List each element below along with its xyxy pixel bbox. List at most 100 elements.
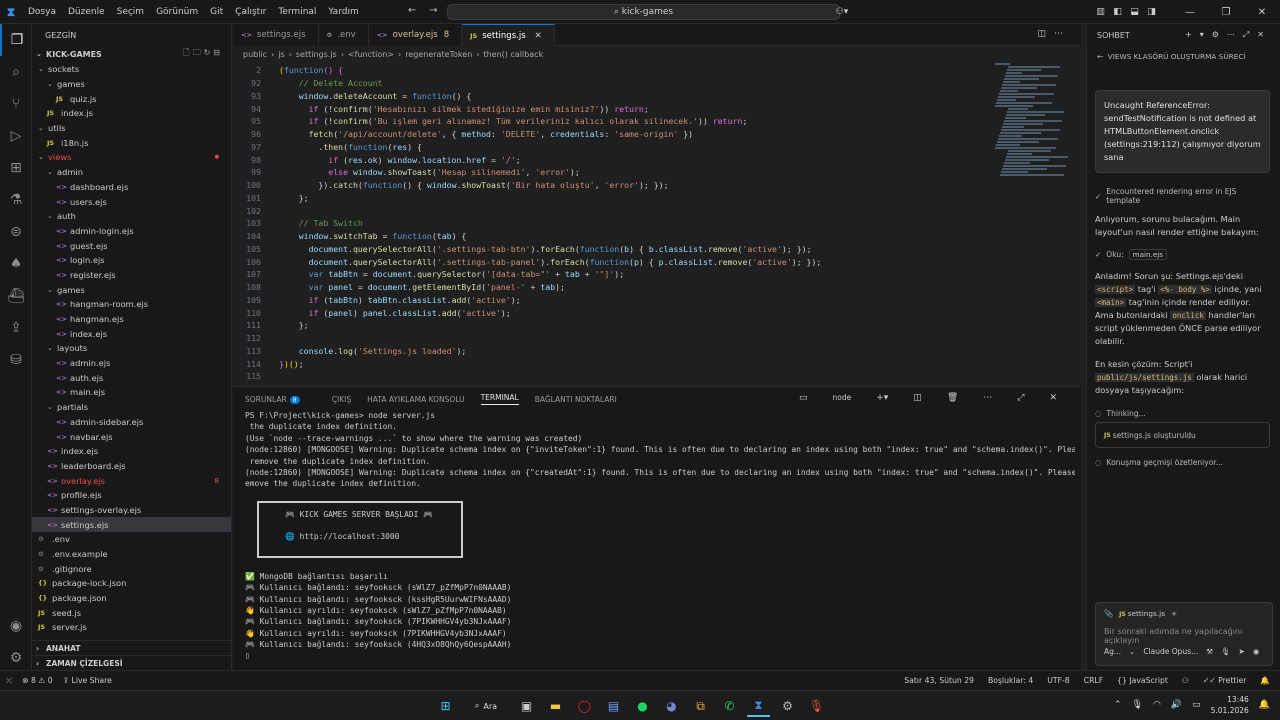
tree-file[interactable]: JS server.js [32, 620, 231, 635]
step-label[interactable]: Encountered rendering error in EJS templ… [1106, 187, 1270, 205]
code-line[interactable]: 102 [233, 204, 993, 217]
add-terminal-icon[interactable]: +▾ [876, 393, 888, 403]
toggle-panel-icon[interactable]: ⬓ [1126, 7, 1143, 17]
panel-tab[interactable]: HATA AYIKLAMA KONSOLU [367, 395, 464, 404]
cursor-position[interactable]: Satır 43, Sütun 29 [904, 676, 974, 685]
menu-item[interactable]: Düzenle [62, 7, 111, 17]
recorder-icon[interactable]: 🎙 [805, 695, 828, 717]
tree-folder[interactable]: ⌄ sockets [32, 62, 231, 77]
attach-icon[interactable]: 📎 [1104, 609, 1113, 618]
editor-tab[interactable]: JS settings.js ✕ [462, 24, 555, 46]
language-mode[interactable]: {} JavaScript [1117, 676, 1168, 685]
stop-icon[interactable]: ◉ [1253, 647, 1260, 656]
mic-icon[interactable]: 🎙 [1221, 647, 1231, 656]
breadcrumb-item[interactable]: regenerateToken [405, 50, 472, 59]
editor-tab[interactable]: <> settings.ejs [233, 24, 319, 46]
close-tab-icon[interactable]: ✕ [535, 31, 542, 41]
live-share-button[interactable]: ⇪ Live Share [63, 676, 112, 685]
maximize-panel-icon[interactable]: ⤢ [1017, 393, 1024, 403]
run-debug-icon[interactable]: ▷ [0, 120, 32, 152]
editor-actions[interactable]: ◫⋯ [1037, 29, 1071, 39]
agent-dropdown[interactable]: Ag... [1104, 647, 1121, 656]
menu-item[interactable]: Dosya [22, 7, 62, 17]
tree-file[interactable]: <> register.ejs [32, 268, 231, 283]
code-line[interactable]: 111 }; [233, 319, 993, 332]
send-icon[interactable]: ➤ [1239, 647, 1245, 656]
clock[interactable]: 13:46 5.01.2026 [1211, 694, 1249, 716]
breadcrumb-item[interactable]: public [243, 50, 267, 59]
tree-file[interactable]: <> login.ejs [32, 253, 231, 268]
maximize-icon[interactable]: ❐ [1208, 7, 1244, 18]
tree-file[interactable]: <> hangman.ejs [32, 312, 231, 327]
tree-file[interactable]: <> settings-overlay.ejs [32, 503, 231, 518]
prettier-status[interactable]: ✓✓ Prettier [1203, 676, 1247, 685]
database-icon[interactable]: ⛁ [0, 344, 32, 376]
tree-file[interactable]: JS i18n.js [32, 135, 231, 150]
code-line[interactable]: 113 console.log('Settings.js loaded'); [233, 345, 993, 358]
code-line[interactable]: 107 var tabBtn = document.querySelector(… [233, 268, 993, 281]
panel-tab[interactable]: SORUNLAR 8 [245, 395, 316, 404]
testing-icon[interactable]: ⚗ [0, 184, 32, 216]
indentation[interactable]: Boşluklar: 4 [988, 676, 1033, 685]
code-line[interactable]: 106 document.querySelectorAll('.settings… [233, 255, 993, 268]
live-share-icon[interactable]: ⇪ [0, 312, 32, 344]
copilot-icon[interactable]: ⚇▾ [830, 7, 854, 17]
source-control-icon[interactable]: ⑂ [0, 88, 32, 120]
menu-item[interactable]: Çalıştır [229, 7, 272, 17]
add-context-icon[interactable]: + [1171, 609, 1177, 618]
menu-item[interactable]: Terminal [272, 7, 322, 17]
breadcrumb-item[interactable]: then() callback [483, 50, 543, 59]
file-created-card[interactable]: JS settings.js oluşturuldu [1095, 422, 1270, 448]
store-icon[interactable]: ▤ [602, 695, 625, 717]
discord-icon[interactable]: ◕ [660, 695, 683, 717]
tree-file[interactable]: JS seed.js [32, 605, 231, 620]
layout-icon[interactable]: ▥ [1092, 7, 1109, 17]
tools-icon[interactable]: ⚒ [1206, 647, 1213, 656]
code-line[interactable]: 94 if (!confirm('Hesabınızı silmek isted… [233, 102, 993, 115]
whatsapp-icon[interactable]: ✆ [718, 695, 741, 717]
tree-folder[interactable]: ⌄ views ● [32, 150, 231, 165]
battery-icon[interactable]: ▭ [1192, 700, 1201, 710]
close-window-icon[interactable]: ✕ [1244, 7, 1280, 18]
panel-tab[interactable]: TERMINAL [480, 393, 519, 405]
menu-item[interactable]: Seçim [111, 7, 150, 17]
breadcrumb-item[interactable]: <function> [348, 50, 394, 59]
remote-indicator-icon[interactable]: ⤫ [6, 676, 12, 686]
code-line[interactable]: 97 .then(function(res) { [233, 141, 993, 154]
code-line[interactable]: 99 else window.showToast('Hesap silineme… [233, 166, 993, 179]
code-line[interactable]: 108 var panel = document.getElementById(… [233, 281, 993, 294]
panel-tab[interactable]: BAĞLANTI NOKTALARI [535, 395, 617, 404]
tree-folder[interactable]: ⌄ games [32, 282, 231, 297]
tree-folder[interactable]: ⌄ utils [32, 121, 231, 136]
toggle-secondary-icon[interactable]: ◨ [1143, 7, 1160, 17]
code-line[interactable]: 98 if (res.ok) window.location.href = '/… [233, 153, 993, 166]
menu-item[interactable]: Yardım [322, 7, 364, 17]
breadcrumb-item[interactable]: settings.js [296, 50, 337, 59]
tree-file[interactable]: <> main.ejs [32, 385, 231, 400]
app-icon[interactable]: ⧉ [689, 695, 712, 717]
tree-file[interactable]: <> hangman-room.ejs [32, 297, 231, 312]
code-line[interactable]: 101 }; [233, 192, 993, 205]
tree-file[interactable]: <> admin-sidebar.ejs [32, 415, 231, 430]
tree-file[interactable]: <> index.ejs [32, 444, 231, 459]
model-dropdown[interactable]: Claude Opus... [1143, 647, 1198, 656]
chat-actions[interactable]: +▾⚙⋯⤢✕ [1185, 30, 1272, 40]
context-file-chip[interactable]: JS settings.js [1119, 609, 1165, 618]
explorer-icon[interactable]: ❐ [0, 24, 32, 56]
code-line[interactable]: 114})(); [233, 357, 993, 370]
extensions-icon[interactable]: ⊞ [0, 152, 32, 184]
kill-terminal-icon[interactable]: 🗑 [947, 393, 958, 403]
task-view-icon[interactable]: ▣ [515, 695, 538, 717]
tree-file[interactable]: <> profile.ejs [32, 488, 231, 503]
mic-tray-icon[interactable]: 🎙 [1132, 700, 1143, 710]
tree-folder[interactable]: ⌄ admin [32, 165, 231, 180]
menu-item[interactable]: Görünüm [150, 7, 204, 17]
breadcrumb-item[interactable]: js [278, 50, 284, 59]
split-terminal-icon[interactable]: ◫ [913, 393, 922, 403]
account-icon[interactable]: ◉ [0, 610, 32, 642]
encoding[interactable]: UTF-8 [1047, 676, 1069, 685]
tree-file[interactable]: <> users.ejs [32, 194, 231, 209]
tree-file[interactable]: ⚙ .gitignore [32, 561, 231, 576]
forward-arrow-icon[interactable]: → [429, 5, 437, 16]
panel-actions[interactable]: ▭ node +▾ ◫ 🗑 ⋯ ⤢ ✕ [799, 393, 1073, 403]
